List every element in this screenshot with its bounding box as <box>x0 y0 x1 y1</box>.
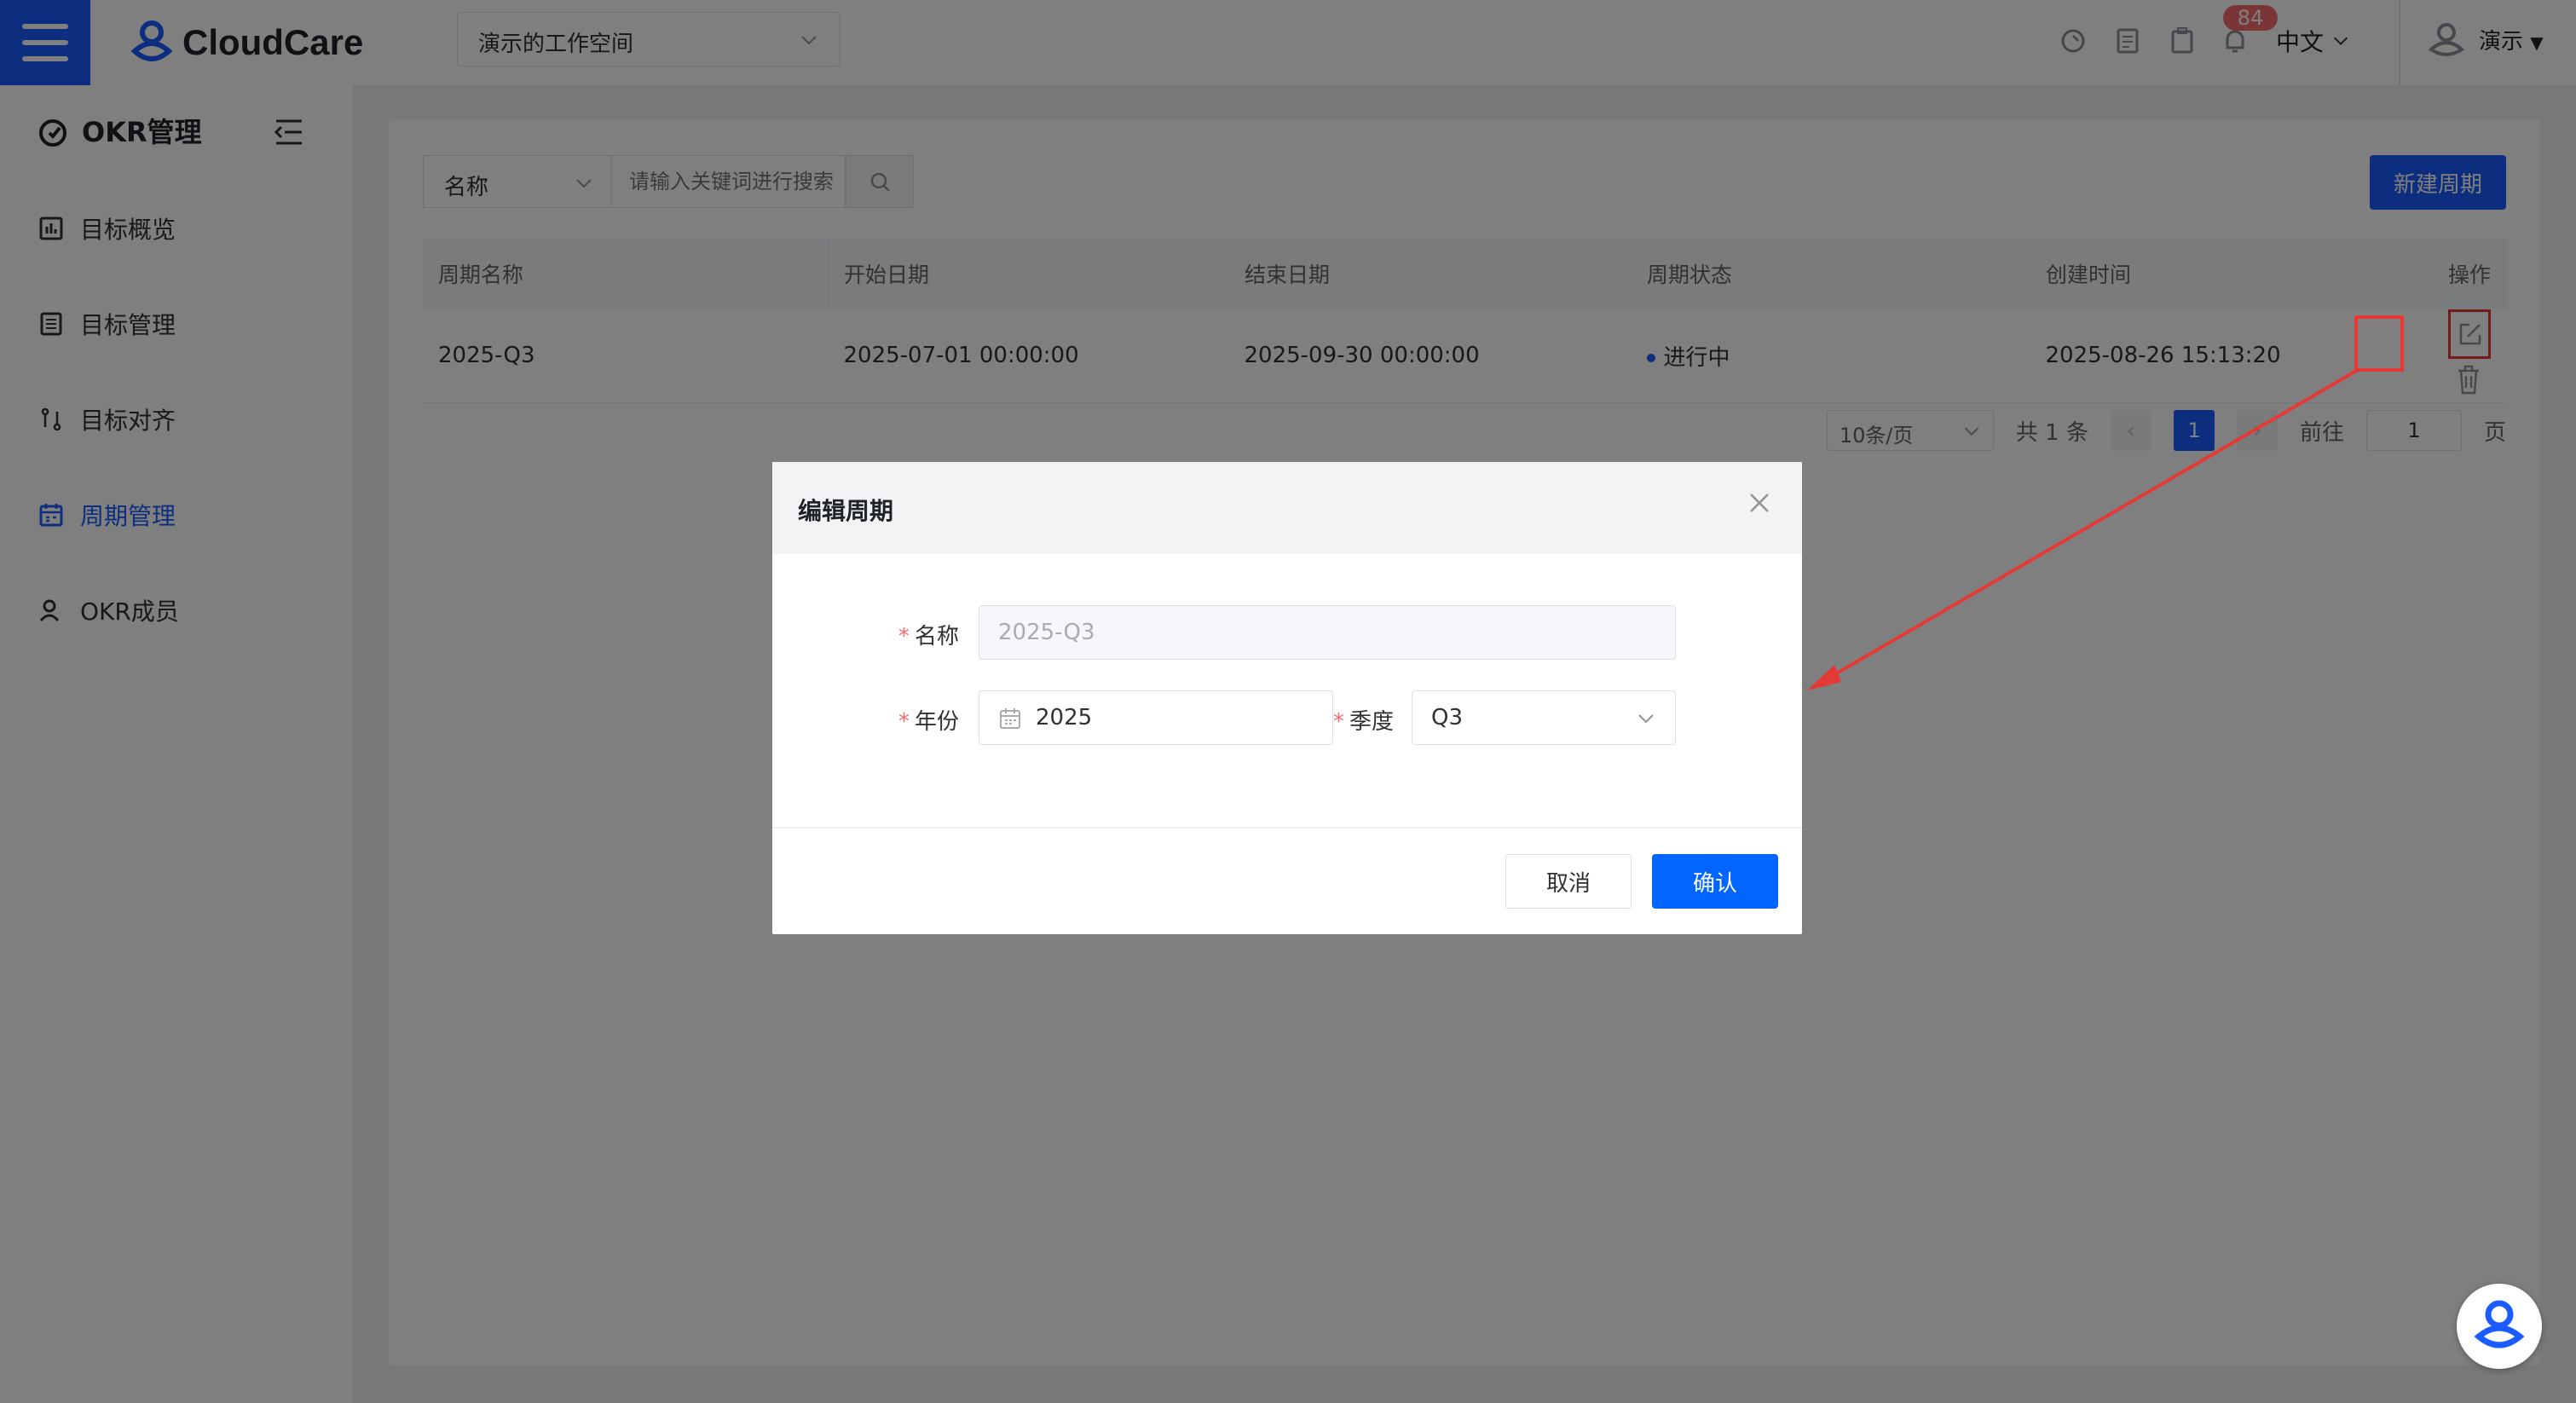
required-mark: * <box>898 624 910 650</box>
required-mark: * <box>898 709 910 735</box>
quarter-label-text: 季度 <box>1349 709 1395 735</box>
dialog-footer-divider <box>772 827 1802 829</box>
quarter-label: * 季度 <box>1333 704 1394 736</box>
year-label: * 年份 <box>898 704 959 736</box>
dialog-title: 编辑周期 <box>798 497 894 525</box>
cloudcare-logo-icon <box>2474 1300 2525 1348</box>
edit-cycle-dialog: 编辑周期 * 名称 2025-Q3 * 年份 2025 * 季度 Q3 取消 确认 <box>772 462 1802 934</box>
cancel-button[interactable]: 取消 <box>1505 854 1632 909</box>
name-label-text: 名称 <box>915 624 960 650</box>
name-field[interactable]: 2025-Q3 <box>979 605 1676 660</box>
dialog-header: 编辑周期 <box>772 462 1802 554</box>
calendar-icon <box>1000 708 1020 729</box>
name-field-value: 2025-Q3 <box>998 620 1095 645</box>
quarter-value: Q3 <box>1431 705 1464 730</box>
required-mark: * <box>1333 709 1344 735</box>
year-value: 2025 <box>1036 705 1093 730</box>
confirm-button[interactable]: 确认 <box>1652 854 1778 909</box>
name-label: * 名称 <box>898 619 959 650</box>
annotation-line <box>1817 368 2359 685</box>
year-picker[interactable]: 2025 <box>979 690 1333 745</box>
year-label-text: 年份 <box>915 709 960 735</box>
close-icon[interactable] <box>1746 489 1773 517</box>
annotation-arrowhead <box>1807 665 1841 690</box>
chevron-down-icon <box>1638 714 1654 724</box>
annotation-highlight-box <box>2354 315 2404 372</box>
floating-assistant-button[interactable] <box>2457 1284 2542 1369</box>
quarter-select[interactable]: Q3 <box>1412 690 1676 745</box>
